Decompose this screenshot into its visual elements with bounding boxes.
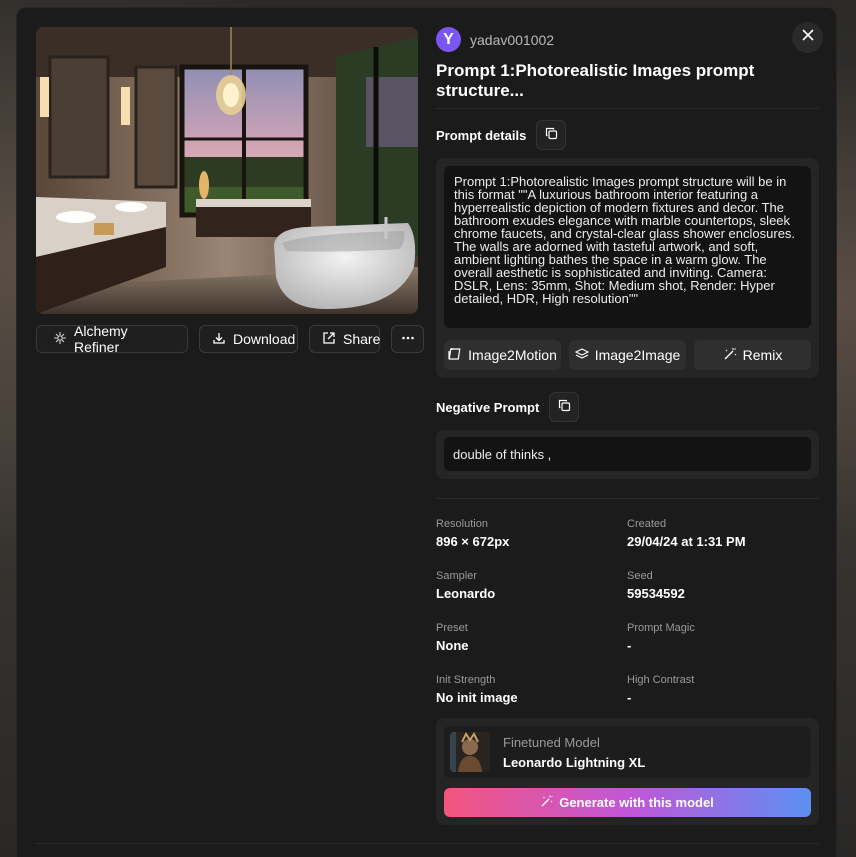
meta-value: None (436, 638, 469, 653)
generate-label: Generate with this model (559, 795, 714, 810)
username[interactable]: yadav001002 (470, 32, 554, 48)
image2motion-button[interactable]: Image2Motion (444, 340, 561, 370)
alchemy-icon (53, 331, 67, 348)
image-detail-modal: Alchemy Refiner Download Share Y yadav00… (16, 7, 837, 857)
prompt-details-header: Prompt details (436, 120, 567, 150)
meta-resolution: Resolution 896 × 672px (436, 518, 509, 549)
copy-prompt-button[interactable] (536, 120, 567, 150)
image2image-icon (574, 347, 590, 364)
copy-icon (558, 399, 571, 415)
meta-value: - (627, 690, 632, 705)
meta-prompt-magic: Prompt Magic - (627, 622, 695, 653)
download-label: Download (233, 331, 296, 347)
meta-sampler: Sampler Leonardo (436, 570, 495, 601)
meta-label: Seed (627, 570, 653, 582)
copy-icon (545, 127, 558, 143)
magic-wand-icon (541, 795, 553, 810)
meta-label: Prompt Magic (627, 622, 695, 634)
meta-label: Sampler (436, 570, 477, 582)
model-card: Finetuned Model Leonardo Lightning XL Ge… (436, 718, 819, 825)
divider (436, 498, 819, 499)
share-button[interactable]: Share (309, 325, 380, 353)
alchemy-refiner-button[interactable]: Alchemy Refiner (36, 323, 188, 355)
meta-value: 59534592 (627, 586, 685, 601)
meta-init-strength: Init Strength No init image (436, 674, 518, 705)
download-button[interactable]: Download (199, 325, 298, 353)
prompt-details-card: Prompt 1:Photorealistic Images prompt st… (436, 158, 819, 378)
negative-prompt-text: double of thinks , (444, 437, 811, 471)
model-thumbnail (450, 732, 490, 772)
remix-icon (723, 347, 737, 364)
meta-seed: Seed 59534592 (627, 570, 685, 601)
meta-label: Init Strength (436, 674, 496, 686)
divider (36, 843, 819, 844)
download-icon (212, 331, 226, 348)
remix-label: Remix (742, 347, 783, 363)
creator-info[interactable]: Y yadav001002 (436, 27, 554, 52)
finetuned-model[interactable]: Finetuned Model Leonardo Lightning XL (444, 726, 811, 778)
image2image-label: Image2Image (594, 347, 681, 363)
meta-value: Leonardo (436, 586, 496, 601)
negative-prompt-label: Negative Prompt (436, 399, 540, 415)
share-label: Share (343, 331, 381, 347)
model-caption: Finetuned Model (503, 735, 600, 750)
divider (436, 108, 819, 109)
image2image-button[interactable]: Image2Image (569, 340, 686, 370)
bathroom-image (36, 27, 418, 314)
generate-with-model-button[interactable]: Generate with this model (444, 788, 811, 817)
image2motion-icon (448, 347, 462, 364)
meta-label: Resolution (436, 518, 488, 530)
copy-negative-prompt-button[interactable] (549, 392, 580, 422)
prompt-details-label: Prompt details (436, 127, 527, 143)
negative-prompt-card: double of thinks , (436, 430, 819, 479)
meta-value: - (627, 638, 632, 653)
generated-image[interactable] (36, 27, 418, 314)
meta-label: Created (627, 518, 667, 530)
more-icon (401, 331, 415, 348)
meta-high-contrast: High Contrast - (627, 674, 694, 705)
more-options-button[interactable] (391, 325, 424, 353)
meta-created: Created 29/04/24 at 1:31 PM (627, 518, 746, 549)
meta-label: High Contrast (627, 674, 695, 686)
model-name: Leonardo Lightning XL (503, 755, 646, 770)
meta-value: No init image (436, 690, 518, 705)
close-icon (801, 28, 815, 47)
prompt-actions: Image2Motion Image2Image Remix (444, 340, 811, 370)
alchemy-refiner-label: Alchemy Refiner (74, 323, 128, 355)
meta-preset: Preset None (436, 622, 469, 653)
share-icon (322, 331, 336, 348)
meta-value: 896 × 672px (436, 534, 510, 549)
image-action-bar: Alchemy Refiner Download Share (36, 323, 424, 355)
avatar: Y (436, 27, 461, 52)
image2motion-label: Image2Motion (468, 347, 557, 363)
close-button[interactable] (792, 22, 823, 53)
meta-value: 29/04/24 at 1:31 PM (627, 534, 746, 549)
meta-label: Preset (436, 622, 468, 634)
prompt-text: Prompt 1:Photorealistic Images prompt st… (444, 166, 811, 328)
prompt-title: Prompt 1:Photorealistic Images prompt st… (436, 61, 755, 100)
negative-prompt-header: Negative Prompt (436, 392, 580, 422)
remix-button[interactable]: Remix (694, 340, 811, 370)
